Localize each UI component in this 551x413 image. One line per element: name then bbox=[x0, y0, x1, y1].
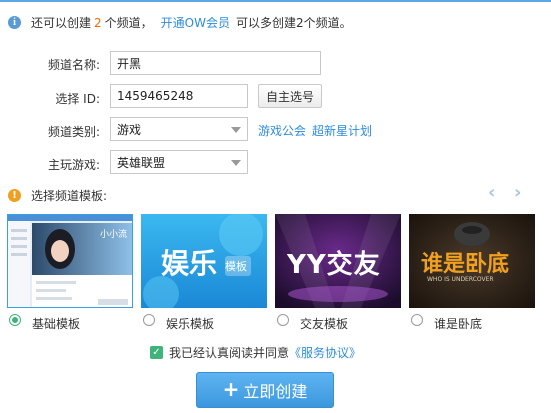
channel-name-input[interactable]: 开黑 bbox=[110, 51, 321, 75]
vip-link[interactable]: 开通OW会员 bbox=[161, 14, 230, 31]
plus-icon: + bbox=[222, 377, 240, 401]
create-button-label: 立即创建 bbox=[243, 382, 308, 401]
template-card-dating[interactable]: YY交友 bbox=[275, 214, 401, 308]
template-entertainment-thumb-text: 娱乐 bbox=[161, 247, 218, 280]
notice-suffix: 个频道， bbox=[104, 16, 153, 30]
notice-count: 2 bbox=[94, 15, 102, 30]
template-card-basic[interactable]: 小小流 bbox=[7, 214, 133, 308]
template-heading-row: ! 选择频道模板: bbox=[8, 187, 107, 204]
channel-id-input[interactable]: 1459465248 bbox=[110, 84, 248, 108]
info-icon: i bbox=[8, 16, 21, 29]
notice-bar: i 还可以创建 2 个频道， 开通OW会员 可以多创建2个频道。 bbox=[8, 14, 352, 31]
category-value: 游戏 bbox=[117, 122, 142, 137]
next-arrow-icon[interactable]: › bbox=[514, 182, 521, 203]
notice-prefix: 还可以创建 bbox=[31, 16, 92, 30]
template-undercover-thumb-text: 谁是卧底 bbox=[421, 252, 510, 277]
top-accent-line bbox=[0, 0, 551, 2]
service-agreement-link[interactable]: 《服务协议》 bbox=[289, 344, 361, 361]
warning-icon: ! bbox=[8, 189, 21, 202]
template-undercover-radio[interactable] bbox=[411, 314, 423, 326]
template-entertainment-label: 娱乐模板 bbox=[166, 317, 215, 331]
notice-tail: 可以多创建2个频道。 bbox=[235, 16, 352, 30]
guild-link[interactable]: 游戏公会 bbox=[258, 122, 306, 139]
template-entertainment-thumb-sub: 模板 bbox=[225, 260, 247, 273]
choose-id-button[interactable]: 自主选号 bbox=[258, 84, 322, 108]
template-dating-label: 交友模板 bbox=[300, 317, 349, 331]
chevron-down-icon bbox=[231, 127, 241, 133]
category-select[interactable]: 游戏 bbox=[110, 117, 248, 141]
template-dating-thumb-text: YY交友 bbox=[287, 250, 381, 280]
template-card-entertainment[interactable]: 娱乐 模板 bbox=[141, 214, 267, 308]
game-value: 英雄联盟 bbox=[117, 155, 166, 170]
template-undercover-thumb-sub: WHO IS UNDERCOVER bbox=[427, 276, 494, 283]
agreement-text: 我已经认真阅读并同意 bbox=[169, 346, 290, 360]
template-card-undercover[interactable]: 谁是卧底 WHO IS UNDERCOVER bbox=[409, 214, 535, 308]
agreement-checkbox[interactable]: ✓ bbox=[150, 346, 163, 359]
template-undercover-label: 谁是卧底 bbox=[434, 317, 483, 331]
chevron-down-icon bbox=[231, 160, 241, 166]
template-basic-thumb-text: 小小流 bbox=[100, 230, 128, 240]
template-dating-radio[interactable] bbox=[277, 314, 289, 326]
category-links: 游戏公会 超新星计划 bbox=[258, 122, 372, 139]
create-button[interactable]: + 立即创建 bbox=[196, 372, 334, 408]
game-label: 主玩游戏: bbox=[47, 158, 100, 172]
category-label: 频道类别: bbox=[47, 125, 100, 139]
supernova-link[interactable]: 超新星计划 bbox=[312, 122, 372, 139]
template-entertainment-radio[interactable] bbox=[143, 314, 155, 326]
channel-id-label: 选择 ID: bbox=[55, 92, 100, 106]
agreement-row: ✓ 我已经认真阅读并同意 《服务协议》 bbox=[150, 344, 361, 361]
template-basic-radio[interactable] bbox=[9, 314, 21, 326]
template-basic-label: 基础模板 bbox=[32, 317, 81, 331]
template-heading: 选择频道模板: bbox=[31, 189, 108, 203]
channel-name-label: 频道名称: bbox=[47, 58, 100, 72]
game-select[interactable]: 英雄联盟 bbox=[110, 150, 248, 174]
prev-arrow-icon[interactable]: ‹ bbox=[488, 182, 495, 203]
